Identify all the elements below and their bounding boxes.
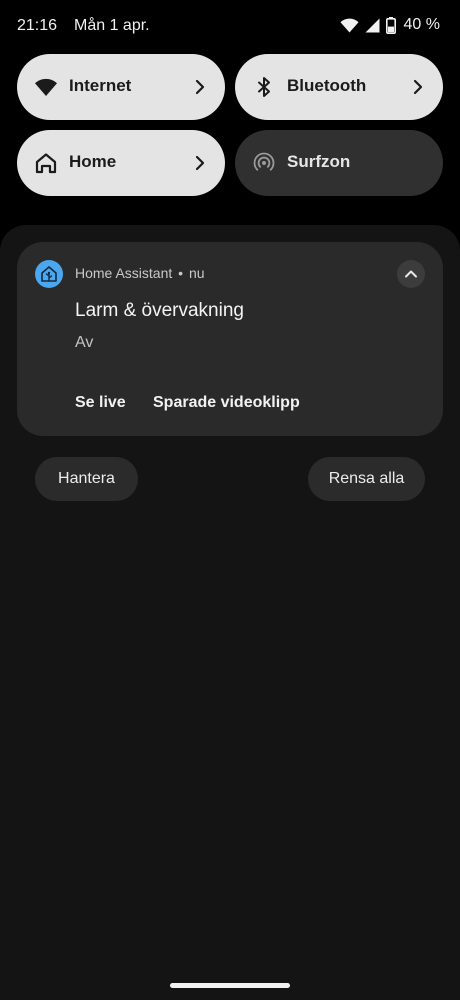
gesture-navigation-handle[interactable] — [170, 983, 290, 988]
battery-percentage: 40 % — [403, 16, 440, 33]
manage-button[interactable]: Hantera — [35, 457, 138, 501]
notification-time: nu — [188, 265, 205, 281]
home-assistant-icon — [35, 260, 63, 288]
chevron-up-icon — [405, 270, 417, 278]
notification-separator: • — [178, 265, 184, 281]
tile-surfzon-label: Surfzon — [287, 152, 351, 171]
tile-bluetooth[interactable]: Bluetooth — [235, 54, 443, 120]
battery-icon — [385, 16, 396, 34]
chevron-right-icon — [193, 154, 207, 172]
wifi-icon — [34, 75, 58, 99]
tile-surfzon[interactable]: Surfzon — [235, 130, 443, 196]
hotspot-icon — [252, 151, 276, 175]
chevron-right-icon — [193, 78, 207, 96]
status-icons: 40 % — [340, 16, 440, 34]
notification-header: Home Assistant • nu — [75, 265, 205, 281]
tile-internet[interactable]: Internet — [17, 54, 225, 120]
notification-title: Larm & övervakning — [75, 300, 244, 321]
wifi-icon — [340, 18, 359, 33]
home-icon — [34, 151, 58, 175]
collapse-button[interactable] — [397, 260, 425, 288]
cellular-signal-icon — [365, 18, 380, 33]
status-time: 21:16 — [17, 17, 58, 34]
bluetooth-icon — [252, 75, 276, 99]
status-bar: 21:16 Mån 1 apr. 40 % — [0, 0, 460, 52]
notification-text: Av — [75, 334, 94, 351]
tile-bluetooth-label: Bluetooth — [287, 76, 367, 95]
action-sparade-videoklipp-button[interactable]: Sparade videoklipp — [153, 394, 300, 412]
chevron-right-icon — [411, 78, 425, 96]
tile-internet-label: Internet — [69, 76, 132, 95]
clear-all-button[interactable]: Rensa alla — [308, 457, 425, 501]
tile-home[interactable]: Home — [17, 130, 225, 196]
status-date: Mån 1 apr. — [74, 17, 150, 34]
notification-app-name: Home Assistant — [75, 265, 173, 281]
tile-home-label: Home — [69, 152, 117, 171]
action-se-live-button[interactable]: Se live — [75, 394, 126, 412]
notification-card[interactable]: Home Assistant • nu Larm & övervakning A… — [17, 242, 443, 436]
